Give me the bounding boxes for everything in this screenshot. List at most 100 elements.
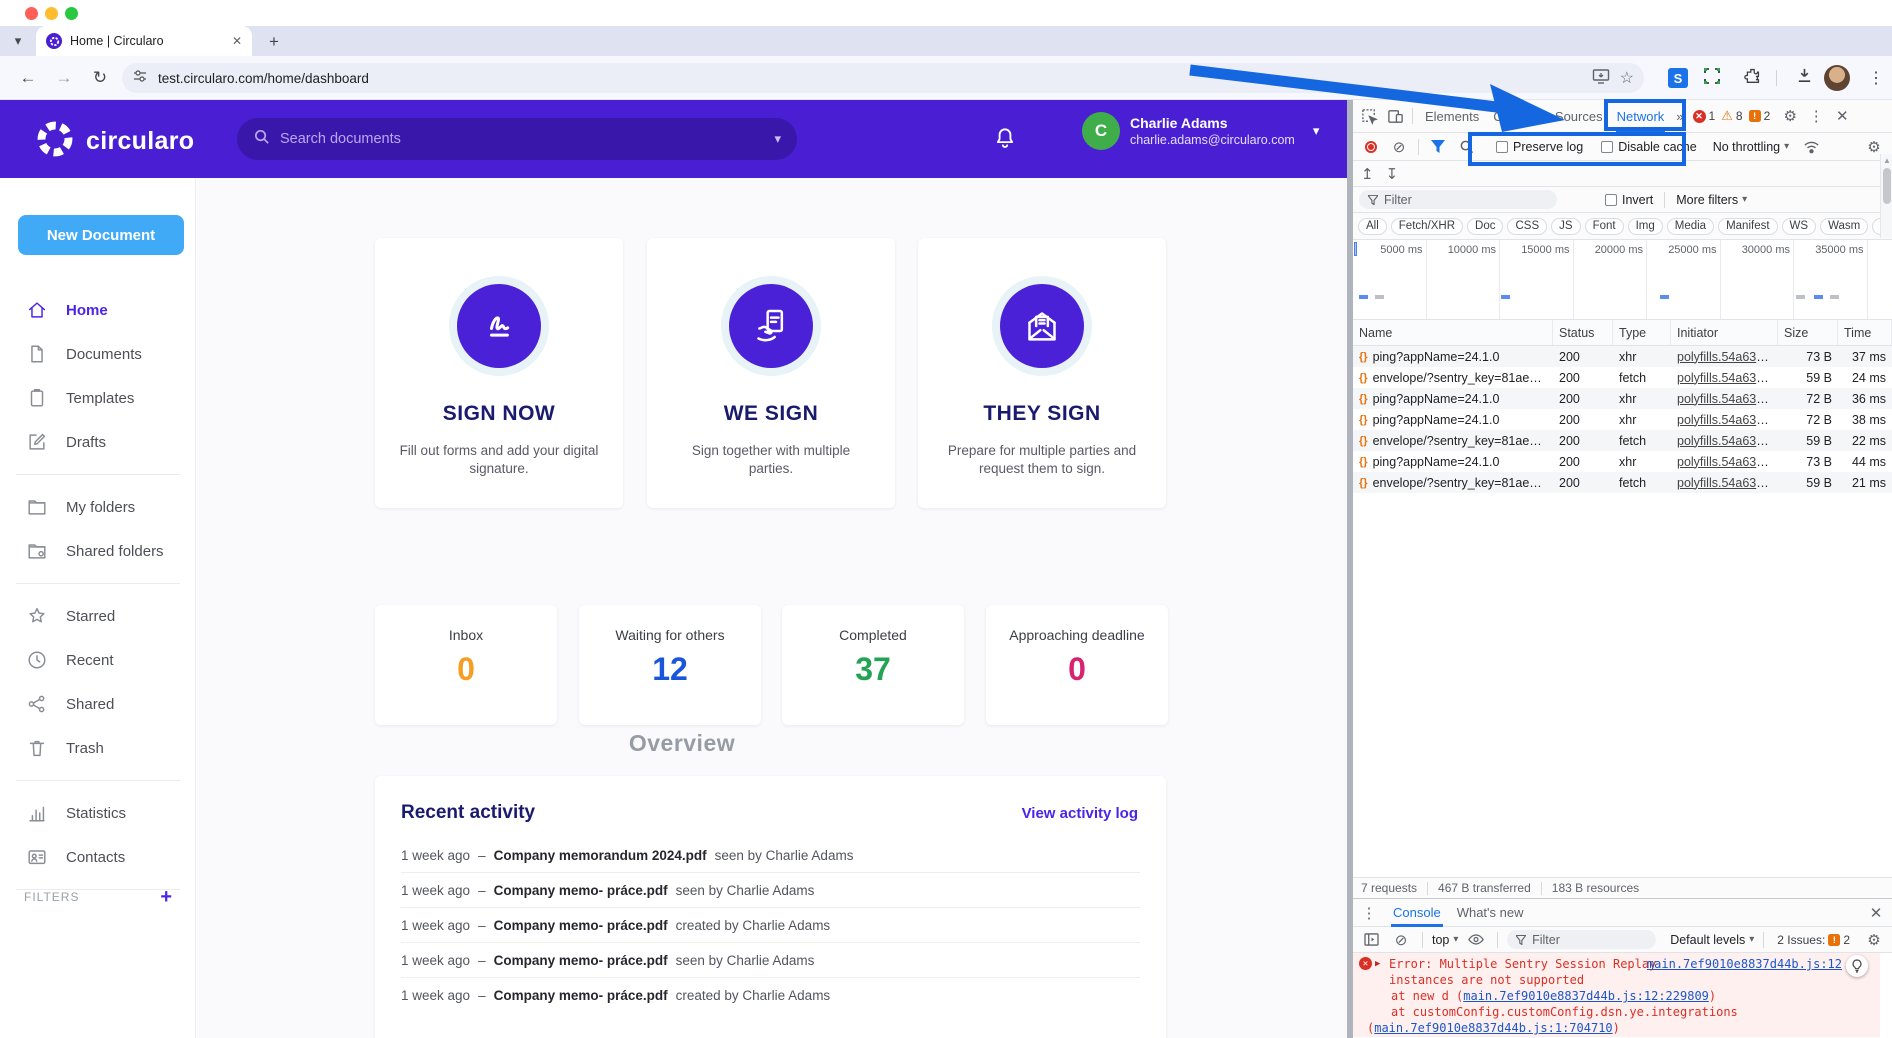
clear-console-button[interactable]: ⊘	[1389, 928, 1413, 952]
network-request-row[interactable]: {}ping?appName=24.1.0 200 xhr polyfills.…	[1353, 346, 1892, 367]
network-request-row[interactable]: {}envelope/?sentry_key=81ae2dd… 200 fetc…	[1353, 367, 1892, 388]
type-chip[interactable]: CSS	[1507, 218, 1547, 235]
request-initiator-link[interactable]: polyfills.54a6329f5	[1677, 455, 1778, 469]
column-header[interactable]: Type	[1613, 320, 1671, 345]
view-activity-log-link[interactable]: View activity log	[1022, 805, 1138, 822]
console-settings-button[interactable]: ⚙	[1862, 928, 1886, 952]
new-tab-button[interactable]: +	[262, 31, 286, 53]
stack-frame-link[interactable]: main.7ef9010e8837d44b.js:1:704710	[1374, 1021, 1612, 1035]
sidebar-item[interactable]: My folders	[0, 485, 196, 529]
devtools-close-button[interactable]: ✕	[1830, 104, 1854, 128]
sidebar-item[interactable]: Starred	[0, 594, 196, 638]
console-filter-input[interactable]	[1532, 933, 1647, 947]
notifications-button[interactable]	[992, 125, 1018, 156]
console-scrollbar[interactable]: ▲	[1880, 154, 1892, 238]
inspect-element-button[interactable]	[1357, 104, 1381, 128]
stack-frame-link[interactable]: main.7ef9010e8837d44b.js:12:229809	[1463, 989, 1709, 1003]
network-conditions-button[interactable]	[1799, 135, 1823, 159]
timeline-handle[interactable]	[1354, 242, 1357, 256]
scrollbar-thumb[interactable]	[1883, 168, 1891, 204]
column-header[interactable]: Status	[1553, 320, 1613, 345]
console-issues[interactable]: 2 Issues: ! 2	[1777, 933, 1850, 947]
type-chip[interactable]: Doc	[1467, 218, 1503, 235]
browser-menu-button[interactable]: ⋮	[1862, 63, 1890, 93]
downloads-button[interactable]	[1790, 63, 1818, 93]
request-initiator-link[interactable]: polyfills.54a6329f5	[1677, 413, 1778, 427]
tab-search-button[interactable]: ▾	[6, 30, 30, 52]
screenshot-extension-button[interactable]	[1698, 63, 1726, 93]
type-chip[interactable]: Fetch/XHR	[1391, 218, 1463, 235]
activity-doc[interactable]: Company memo- práce.pdf	[494, 883, 668, 898]
stat-card[interactable]: Inbox 0	[375, 605, 557, 725]
bookmark-star-icon[interactable]: ☆	[1620, 68, 1634, 88]
type-chip[interactable]: WS	[1782, 218, 1817, 235]
stat-card[interactable]: Completed 37	[782, 605, 964, 725]
network-filter-input[interactable]	[1384, 193, 1548, 207]
brand[interactable]: circularo	[36, 120, 194, 163]
omnibox[interactable]: test.circularo.com/home/dashboard ☆	[122, 63, 1644, 93]
search-input[interactable]	[280, 131, 764, 147]
new-document-button[interactable]: New Document	[18, 215, 184, 255]
drawer-close-button[interactable]: ✕	[1864, 901, 1888, 925]
back-button[interactable]: ←	[14, 64, 42, 92]
clear-network-button[interactable]: ⊘	[1387, 135, 1411, 159]
request-initiator-link[interactable]: polyfills.54a6329f5	[1677, 476, 1778, 490]
type-chip[interactable]: All	[1358, 218, 1387, 235]
drawer-tab[interactable]: Console	[1385, 899, 1449, 927]
invert-checkbox[interactable]: Invert	[1605, 193, 1653, 207]
type-chip[interactable]: Img	[1628, 218, 1663, 235]
column-header[interactable]: Size	[1778, 320, 1838, 345]
mac-zoom-button[interactable]	[65, 7, 78, 20]
network-request-row[interactable]: {}envelope/?sentry_key=81ae2dd… 200 fetc…	[1353, 472, 1892, 493]
network-request-row[interactable]: {}ping?appName=24.1.0 200 xhr polyfills.…	[1353, 388, 1892, 409]
activity-doc[interactable]: Company memo- práce.pdf	[494, 953, 668, 968]
network-request-row[interactable]: {}ping?appName=24.1.0 200 xhr polyfills.…	[1353, 451, 1892, 472]
devtools-tab[interactable]: Console	[1486, 100, 1548, 133]
add-filter-button[interactable]: +	[160, 886, 172, 909]
type-chip[interactable]: Manifest	[1718, 218, 1777, 235]
error-badge[interactable]: ✕ 1	[1693, 109, 1716, 123]
install-icon[interactable]	[1592, 68, 1610, 89]
type-chip[interactable]: Media	[1667, 218, 1714, 235]
console-filter-wrap[interactable]	[1507, 930, 1656, 949]
drawer-tab[interactable]: What's new	[1449, 899, 1532, 927]
network-filter-button[interactable]	[1426, 135, 1450, 159]
search-bar[interactable]: ▾	[237, 118, 797, 160]
warning-badge[interactable]: ⚠ 8	[1721, 108, 1742, 124]
type-chip[interactable]: Font	[1585, 218, 1624, 235]
sidebar-item[interactable]: Contacts	[0, 835, 196, 879]
context-dropdown[interactable]: top ▾	[1432, 933, 1458, 947]
error-source-link[interactable]: main.7ef9010e8837d44b.js:12	[1647, 957, 1842, 971]
sidebar-item[interactable]: Drafts	[0, 420, 196, 464]
action-card[interactable]: SIGN NOW Fill out forms and add your dig…	[375, 238, 623, 508]
tab-close-icon[interactable]: ✕	[232, 34, 242, 48]
request-initiator-link[interactable]: polyfills.54a6329f5	[1677, 434, 1778, 448]
sidebar-item[interactable]: Statistics	[0, 791, 196, 835]
profile-button[interactable]	[1823, 63, 1851, 93]
activity-row[interactable]: 1 week ago – Company memo- práce.pdf see…	[401, 943, 1140, 978]
user-menu[interactable]: C Charlie Adams charlie.adams@circularo.…	[1082, 112, 1319, 150]
more-filters-dropdown[interactable]: More filters ▾	[1676, 193, 1747, 207]
record-network-button[interactable]	[1359, 135, 1383, 159]
reload-button[interactable]: ↻	[86, 64, 114, 92]
log-levels-dropdown[interactable]: Default levels ▾	[1670, 933, 1754, 947]
forward-button[interactable]: →	[50, 64, 78, 92]
throttling-dropdown[interactable]: No throttling ▾	[1713, 140, 1789, 154]
sidebar-item[interactable]: Home	[0, 288, 196, 332]
search-caret-icon[interactable]: ▾	[774, 131, 781, 147]
activity-doc[interactable]: Company memorandum 2024.pdf	[494, 848, 707, 863]
stat-card[interactable]: Approaching deadline 0	[986, 605, 1168, 725]
devtools-settings-button[interactable]: ⚙	[1778, 104, 1802, 128]
activity-doc[interactable]: Company memo- práce.pdf	[494, 988, 668, 1003]
sidebar-item[interactable]: Documents	[0, 332, 196, 376]
mac-close-button[interactable]	[25, 7, 38, 20]
import-har-button[interactable]: ↥	[1361, 165, 1374, 183]
device-toolbar-button[interactable]	[1383, 104, 1407, 128]
activity-row[interactable]: 1 week ago – Company memo- práce.pdf cre…	[401, 908, 1140, 943]
console-sidebar-button[interactable]	[1359, 928, 1383, 952]
sidebar-item[interactable]: Templates	[0, 376, 196, 420]
devtools-menu-button[interactable]: ⋮	[1804, 104, 1828, 128]
activity-row[interactable]: 1 week ago – Company memorandum 2024.pdf…	[401, 838, 1140, 873]
action-card[interactable]: THEY SIGN Prepare for multiple parties a…	[918, 238, 1166, 508]
activity-row[interactable]: 1 week ago – Company memo- práce.pdf cre…	[401, 978, 1140, 1013]
